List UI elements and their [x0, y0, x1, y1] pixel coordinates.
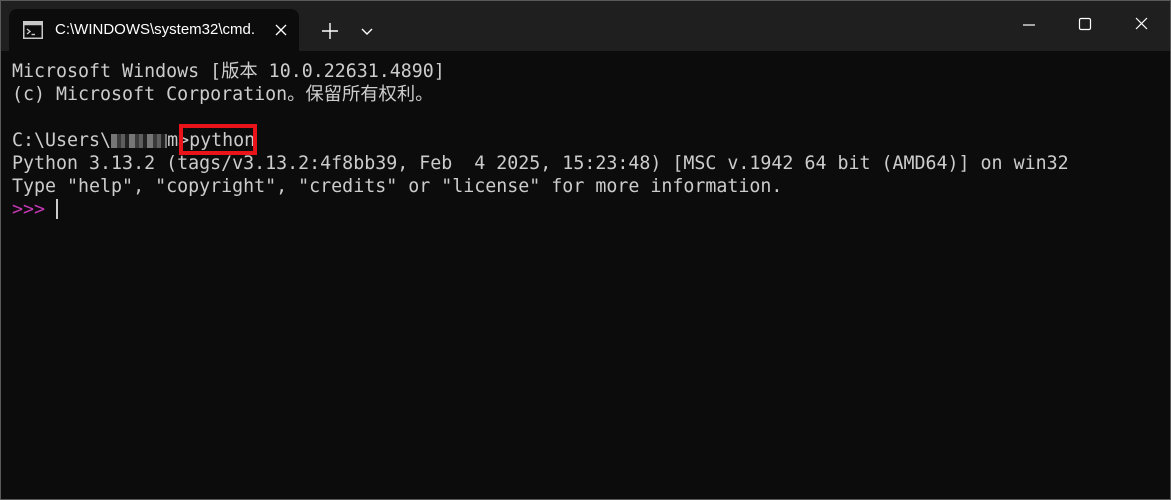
command-highlight-box [179, 124, 257, 155]
output-line: Python 3.13.2 (tags/v3.13.2:4f8bb39, Feb… [12, 153, 1069, 174]
output-line: Microsoft Windows [版本 10.0.22631.4890] [12, 61, 445, 82]
maximize-button[interactable] [1057, 1, 1113, 47]
close-button[interactable] [1113, 1, 1170, 47]
chevron-down-icon [361, 28, 373, 35]
maximize-icon [1078, 17, 1092, 31]
tab-close-button[interactable] [271, 20, 291, 40]
minimize-button[interactable] [1001, 1, 1057, 47]
tab-dropdown-button[interactable] [357, 21, 377, 41]
repl-prompt-line: >>> [12, 198, 56, 221]
terminal-window: C:\WINDOWS\system32\cmd. Microsoft Windo… [0, 0, 1171, 500]
new-tab-button[interactable] [319, 20, 341, 42]
tab-cmd[interactable]: C:\WINDOWS\system32\cmd. [9, 9, 299, 51]
plus-icon [322, 23, 338, 39]
output-line: (c) Microsoft Corporation。保留所有权利。 [12, 84, 434, 105]
minimize-icon [1023, 24, 1035, 26]
title-bar[interactable]: C:\WINDOWS\system32\cmd. [1, 1, 1170, 51]
output-line: Type "help", "copyright", "credits" or "… [12, 176, 783, 197]
terminal-icon [23, 21, 43, 39]
redacted-username [111, 134, 168, 148]
prompt-path-prefix: C:\Users\ [12, 130, 112, 151]
tab-title: C:\WINDOWS\system32\cmd. [55, 21, 256, 38]
repl-prompt: >>> [12, 199, 57, 220]
close-icon [1135, 17, 1148, 30]
terminal-output[interactable]: Microsoft Windows [版本 10.0.22631.4890] (… [1, 51, 1170, 499]
text-cursor [56, 199, 58, 219]
